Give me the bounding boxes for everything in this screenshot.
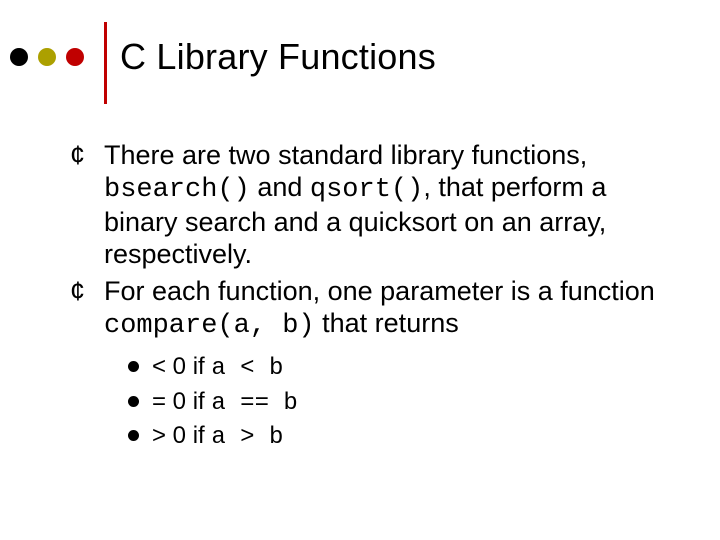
decorative-dots (10, 48, 84, 66)
slide-header: C Library Functions (0, 22, 720, 92)
bullet-2-code-a: compare(a, b) (104, 311, 315, 341)
bullet-2: For each function, one parameter is a fu… (70, 276, 680, 343)
bullet-1-text-a: There are two standard library functions… (104, 140, 587, 170)
sub-bullet-2-lead: = 0 if (152, 388, 211, 415)
dot-olive-icon (38, 48, 56, 66)
bullet-1-code-a: bsearch() (104, 175, 250, 205)
slide-title: C Library Functions (120, 36, 436, 78)
dot-red-icon (66, 48, 84, 66)
sub-bullet-list: < 0 if a < b = 0 if a == b > 0 if a > b (70, 351, 680, 454)
bullet-2-text-b: that returns (315, 308, 459, 338)
sub-bullet-3-code: a > b (211, 424, 283, 451)
sub-bullet-3-lead: > 0 if (152, 422, 211, 449)
sub-bullet-1-lead: < 0 if (152, 353, 211, 380)
sub-bullet-1: < 0 if a < b (128, 351, 680, 385)
sub-bullet-2-code: a == b (211, 390, 297, 417)
sub-bullet-3: > 0 if a > b (128, 420, 680, 454)
sub-bullet-1-code: a < b (211, 355, 283, 382)
vertical-divider-icon (104, 22, 107, 104)
slide-body: There are two standard library functions… (70, 140, 680, 454)
bullet-1-text-b: and (250, 172, 310, 202)
bullet-1: There are two standard library functions… (70, 140, 680, 270)
bullet-1-code-b: qsort() (310, 175, 423, 205)
bullet-2-text-a: For each function, one parameter is a fu… (104, 276, 655, 306)
slide: C Library Functions There are two standa… (0, 0, 720, 540)
dot-black-icon (10, 48, 28, 66)
sub-bullet-2: = 0 if a == b (128, 386, 680, 420)
